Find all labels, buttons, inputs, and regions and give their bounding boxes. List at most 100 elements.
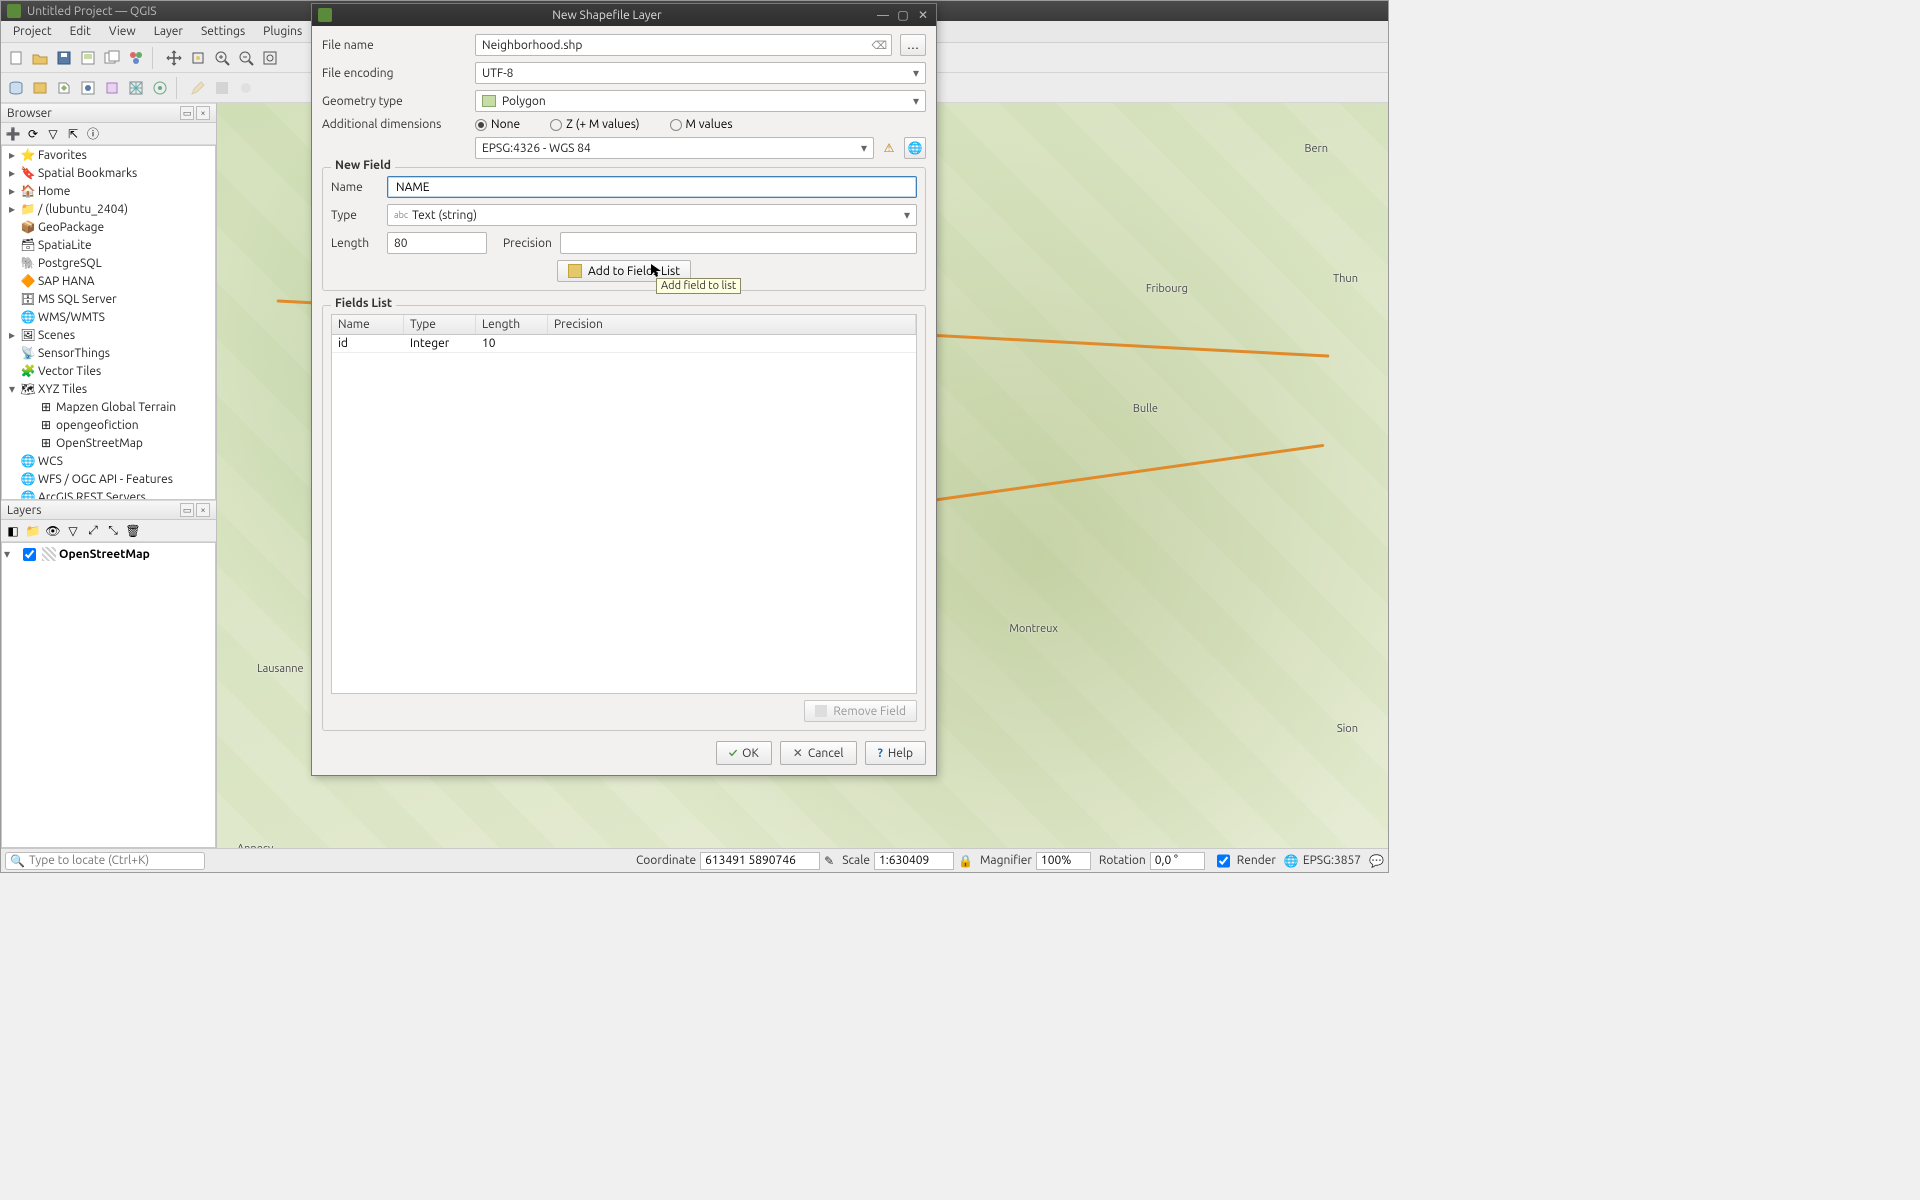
expand-icon[interactable]: ▸ [6,166,18,180]
layer-expand-icon[interactable]: ⤢ [85,523,101,539]
menu-project[interactable]: Project [5,23,60,40]
expand-icon[interactable]: ▸ [6,328,18,342]
browser-item[interactable]: ▸⭐Favorites [2,146,215,164]
rotation-input[interactable] [1150,852,1205,870]
browser-item[interactable]: 📡SensorThings [2,344,215,362]
new-spatialite-icon[interactable] [77,77,99,99]
filter-icon[interactable]: ▽ [45,126,61,142]
new-geopackage-icon[interactable] [29,77,51,99]
menu-plugins[interactable]: Plugins [255,23,310,40]
messages-icon[interactable]: 💬 [1369,854,1384,868]
crs-select[interactable]: EPSG:4326 - WGS 84 [475,137,874,159]
ok-button[interactable]: ✓OK [716,741,772,765]
remove-field-button[interactable]: Remove Field [804,700,917,722]
browser-item[interactable]: ▸🏠Home [2,182,215,200]
browser-item[interactable]: 🧩Vector Tiles [2,362,215,380]
zoom-out-icon[interactable] [235,47,257,69]
browse-button[interactable]: … [900,34,926,56]
collapse-icon[interactable]: ⇱ [65,126,81,142]
browser-item[interactable]: ▸🔖Spatial Bookmarks [2,164,215,182]
open-datasource-icon[interactable] [5,77,27,99]
browser-item[interactable]: ⊞Mapzen Global Terrain [2,398,215,416]
expand-icon[interactable]: ▸ [6,148,18,162]
geometry-type-select[interactable]: Polygon [475,90,926,112]
nf-type-select[interactable]: abc Text (string) [387,204,917,226]
window-maximize-icon[interactable]: ▢ [896,8,910,22]
layer-visibility-icon[interactable]: 👁 [45,523,61,539]
th-precision[interactable]: Precision [548,315,916,334]
nf-name-input[interactable] [387,176,917,198]
layer-remove-icon[interactable]: 🗑 [125,523,141,539]
browser-item[interactable]: 📦GeoPackage [2,218,215,236]
fields-table[interactable]: Name Type Length Precision id Integer 10 [331,314,917,694]
browser-item[interactable]: 🗃SpatiaLite [2,236,215,254]
edit-pencil-icon[interactable] [187,77,209,99]
browser-item[interactable]: 🔶SAP HANA [2,272,215,290]
layout-manager-icon[interactable] [101,47,123,69]
window-close-icon[interactable]: ✕ [916,8,930,22]
scale-input[interactable] [874,852,954,870]
file-encoding-select[interactable]: UTF-8 [475,62,926,84]
add-layer-icon[interactable]: ➕ [5,126,21,142]
nf-precision-input[interactable] [560,232,917,254]
save-project-icon[interactable] [53,47,75,69]
scale-lock-icon[interactable]: 🔒 [958,854,972,868]
properties-icon[interactable]: ⓘ [85,126,101,142]
menu-edit[interactable]: Edit [62,23,99,40]
browser-item[interactable]: ▸🖼Scenes [2,326,215,344]
dim-none-radio[interactable]: None [475,118,520,131]
menu-view[interactable]: View [101,23,144,40]
menu-settings[interactable]: Settings [193,23,253,40]
dim-z-radio[interactable]: Z (+ M values) [550,118,639,131]
refresh-icon[interactable]: ⟳ [25,126,41,142]
dialog-titlebar[interactable]: New Shapefile Layer — ▢ ✕ [312,4,936,26]
render-checkbox[interactable] [1217,852,1230,870]
browser-item[interactable]: ▾🗺XYZ Tiles [2,380,215,398]
new-shapefile-icon[interactable] [53,77,75,99]
new-mesh-icon[interactable] [125,77,147,99]
help-button[interactable]: ?Help [865,741,926,765]
new-gps-icon[interactable] [149,77,171,99]
browser-item[interactable]: 🐘PostgreSQL [2,254,215,272]
nf-length-input[interactable]: 80 [387,232,487,254]
layers-undock-icon[interactable]: ▭ [180,503,194,517]
th-length[interactable]: Length [476,315,548,334]
coord-toggle-icon[interactable]: ✎ [824,854,834,868]
browser-tree[interactable]: ▸⭐Favorites▸🔖Spatial Bookmarks▸🏠Home▸📁/ … [1,145,216,500]
browser-item[interactable]: 🌐WFS / OGC API - Features [2,470,215,488]
layer-style-icon[interactable]: ◧ [5,523,21,539]
magnifier-input[interactable] [1036,852,1091,870]
browser-item[interactable]: 🌐WMS/WMTS [2,308,215,326]
th-name[interactable]: Name [332,315,404,334]
expand-icon[interactable]: ▾ [6,382,18,396]
th-type[interactable]: Type [404,315,476,334]
crs-picker-button[interactable]: 🌐 [904,137,926,159]
zoom-full-icon[interactable] [259,47,281,69]
browser-close-icon[interactable]: × [196,106,210,120]
layer-expand-icon[interactable]: ▾ [4,547,16,561]
browser-item[interactable]: 🌐WCS [2,452,215,470]
expand-icon[interactable]: ▸ [6,202,18,216]
file-name-input[interactable]: Neighborhood.shp ⌫ [475,34,892,56]
layer-visibility-checkbox[interactable] [23,548,36,561]
window-minimize-icon[interactable]: — [876,8,890,22]
layer-add-group-icon[interactable]: 📁 [25,523,41,539]
save-edits-icon[interactable] [211,77,233,99]
layers-close-icon[interactable]: × [196,503,210,517]
add-feature-icon[interactable] [235,77,257,99]
new-project-icon[interactable] [5,47,27,69]
expand-icon[interactable]: ▸ [6,184,18,198]
style-manager-icon[interactable] [125,47,147,69]
coord-input[interactable] [700,852,820,870]
browser-item[interactable]: 🗄MS SQL Server [2,290,215,308]
layers-body[interactable]: ▾ OpenStreetMap [1,542,216,848]
layer-item-osm[interactable]: ▾ OpenStreetMap [4,545,213,563]
zoom-in-icon[interactable] [211,47,233,69]
browser-item[interactable]: ▸📁/ (lubuntu_2404) [2,200,215,218]
browser-item[interactable]: 🌐ArcGIS REST Servers [2,488,215,500]
locator-input[interactable]: 🔍 Type to locate (Ctrl+K) [5,852,205,870]
cancel-button[interactable]: ✕Cancel [780,741,857,765]
clear-icon[interactable]: ⌫ [871,39,887,52]
layer-collapse-icon[interactable]: ⤡ [105,523,121,539]
open-project-icon[interactable] [29,47,51,69]
